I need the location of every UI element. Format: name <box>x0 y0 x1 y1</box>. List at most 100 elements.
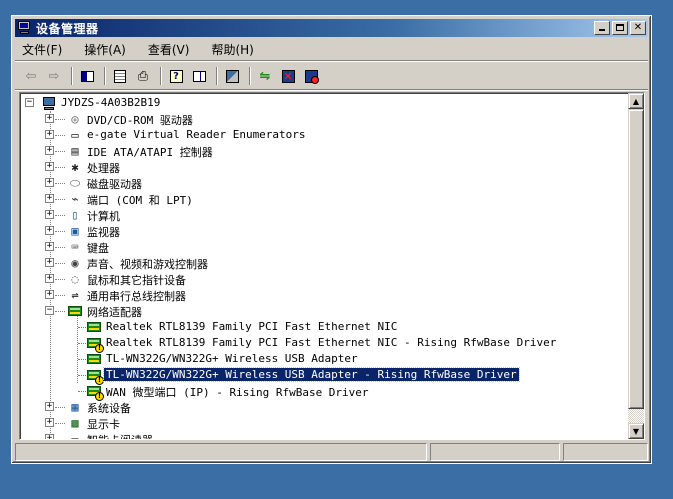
menu-view[interactable]: 查看(V) <box>145 41 193 58</box>
help-button[interactable]: ? <box>166 66 186 86</box>
properties-button[interactable] <box>110 66 130 86</box>
display-adapter-icon: ▩ <box>71 416 79 430</box>
expand-button[interactable]: + <box>45 162 54 171</box>
tree-child-item-label: Realtek RTL8139 Family PCI Fast Ethernet… <box>106 336 557 349</box>
forward-button[interactable]: ⇨ <box>44 66 64 86</box>
scroll-up-button[interactable]: ▲ <box>628 93 644 109</box>
network-adapter-icon: ! <box>86 384 104 401</box>
toolbar-separator <box>216 67 218 85</box>
smart-card-reader-icon: ▭ <box>71 432 79 440</box>
device-tree-pane[interactable]: − JYDZS-4A03B2B19 + ◎ DVD/CD-ROM 驱动器 + ▭ e-ga… <box>19 92 645 440</box>
print-button[interactable]: ⎙ <box>133 66 153 86</box>
tree-line <box>55 295 65 296</box>
menu-help[interactable]: 帮助(H) <box>208 41 256 58</box>
network-adapter-icon <box>86 352 102 366</box>
expand-button[interactable]: + <box>45 402 54 411</box>
expand-button[interactable]: + <box>45 258 54 267</box>
expand-button[interactable]: + <box>45 114 54 123</box>
tree-root-label: JYDZS-4A03B2B19 <box>61 96 161 109</box>
back-arrow-icon: ⇦ <box>25 68 37 84</box>
network-adapter-icon <box>86 320 102 334</box>
expand-button[interactable]: + <box>45 274 54 283</box>
computer-icon <box>41 96 57 110</box>
expand-button[interactable]: + <box>45 130 54 139</box>
tree-item-label: 通用串行总线控制器 <box>87 290 186 303</box>
close-button[interactable]: ✕ <box>630 21 646 35</box>
scan-hardware-button[interactable] <box>222 66 242 86</box>
device-manager-icon <box>17 21 33 35</box>
system-device-icon: ▦ <box>71 400 79 414</box>
title-bar[interactable]: 设备管理器 ✕ <box>15 19 648 37</box>
tree-item-label: 监视器 <box>87 226 120 239</box>
tree-line <box>78 327 86 328</box>
back-button[interactable]: ⇦ <box>21 66 41 86</box>
tree-item-label: 计算机 <box>87 210 120 223</box>
menu-file[interactable]: 文件(F) <box>19 41 65 58</box>
device-manager-window: 设备管理器 ✕ 文件(F) 操作(A) 查看(V) 帮助(H) ⇦ ⇨ ⎙ ? … <box>11 15 652 464</box>
tree-child-item-label: TL-WN322G/WN322G+ Wireless USB Adapter -… <box>103 367 520 382</box>
show-hide-console-tree-button[interactable] <box>77 66 97 86</box>
tree-line <box>78 343 86 344</box>
update-driver-icon: ⇋ <box>259 68 271 84</box>
tree-child-item-label: Realtek RTL8139 Family PCI Fast Ethernet… <box>106 320 398 333</box>
help-icon: ? <box>169 69 183 83</box>
scroll-down-button[interactable]: ▼ <box>628 423 644 439</box>
tree-item-label: 显示卡 <box>87 418 120 431</box>
window-title: 设备管理器 <box>36 21 99 36</box>
collapse-root-button[interactable]: − <box>25 98 34 107</box>
minimize-icon <box>599 29 605 31</box>
expand-button[interactable]: + <box>45 146 54 155</box>
disable-device-button[interactable] <box>301 66 321 86</box>
tree-line <box>55 247 65 248</box>
maximize-icon <box>616 24 624 31</box>
tree-item-label: 磁盘驱动器 <box>87 178 142 191</box>
processor-icon: ✱ <box>71 160 79 174</box>
expand-button[interactable]: + <box>45 290 54 299</box>
card-reader-icon: ▭ <box>71 128 79 142</box>
properties-icon <box>114 69 126 83</box>
tree-child-item-label: WAN 微型端口 (IP) - Rising RfwBase Driver <box>106 386 369 399</box>
print-icon: ⎙ <box>137 68 149 84</box>
tree-item-label: DVD/CD-ROM 驱动器 <box>87 114 193 127</box>
expand-button[interactable]: + <box>45 434 54 439</box>
scrollbar-thumb[interactable] <box>628 109 644 409</box>
expand-button[interactable]: + <box>45 194 54 203</box>
uninstall-button[interactable]: ✕ <box>278 66 298 86</box>
tree-child-item-label: TL-WN322G/WN322G+ Wireless USB Adapter <box>106 352 358 365</box>
tree-line <box>55 279 65 280</box>
tree-line <box>78 359 86 360</box>
update-driver-button[interactable]: ⇋ <box>255 66 275 86</box>
forward-arrow-icon: ⇨ <box>48 68 60 84</box>
tree-line <box>77 311 78 383</box>
device-tree[interactable]: − JYDZS-4A03B2B19 + ◎ DVD/CD-ROM 驱动器 + ▭ e-ga… <box>20 93 627 439</box>
view-icon <box>192 70 206 82</box>
tree-item-label: 系统设备 <box>87 402 131 415</box>
computer-icon: ▯ <box>71 208 79 222</box>
minimize-button[interactable] <box>594 21 610 35</box>
tree-line <box>55 263 65 264</box>
expand-button[interactable]: + <box>45 242 54 251</box>
tree-line <box>55 119 65 120</box>
expand-button[interactable]: + <box>45 418 54 427</box>
tree-line <box>55 423 65 424</box>
tree-line <box>55 135 65 136</box>
tree-item-label: 鼠标和其它指针设备 <box>87 274 186 287</box>
menu-separator <box>15 60 648 62</box>
network-adapter-icon: ! <box>86 368 104 385</box>
monitor-icon: ▣ <box>71 224 79 238</box>
disable-device-icon <box>304 69 319 84</box>
uninstall-icon: ✕ <box>281 69 295 83</box>
status-cell <box>430 443 560 461</box>
down-arrow-icon: ▼ <box>632 426 640 436</box>
vertical-scrollbar[interactable]: ▲ ▼ <box>628 93 644 439</box>
maximize-button[interactable] <box>612 21 628 35</box>
expand-button[interactable]: + <box>45 226 54 235</box>
expand-button[interactable]: + <box>45 178 54 187</box>
menu-action[interactable]: 操作(A) <box>81 41 129 58</box>
collapse-button[interactable]: − <box>45 306 54 315</box>
view-button[interactable] <box>189 66 209 86</box>
expand-button[interactable]: + <box>45 210 54 219</box>
tree-line <box>55 167 65 168</box>
tree-line <box>55 439 65 440</box>
status-cell <box>15 443 427 461</box>
